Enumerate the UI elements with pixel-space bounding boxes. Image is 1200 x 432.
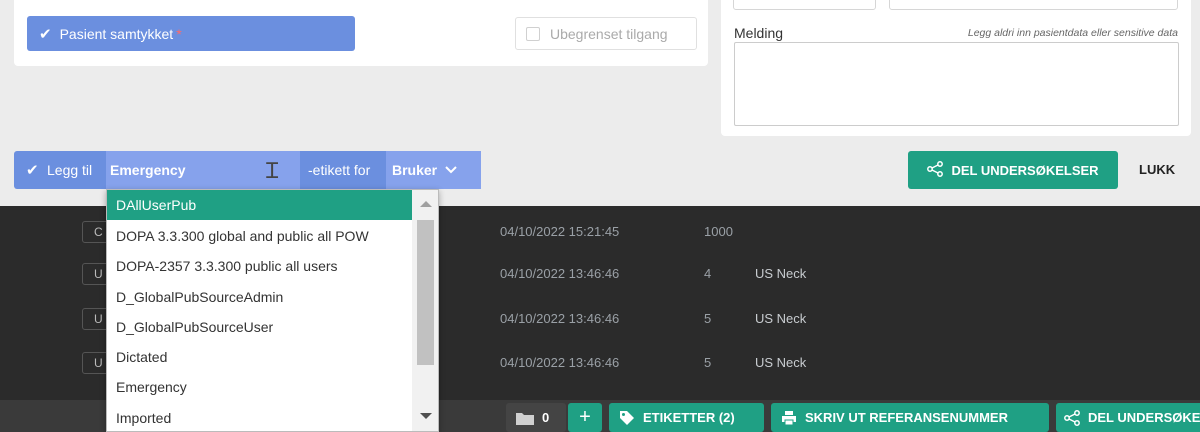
dropdown-option[interactable]: Dictated bbox=[107, 342, 412, 372]
share-label: DEL UNDERSØKELSER bbox=[951, 162, 1099, 178]
row-count: 1000 bbox=[704, 224, 733, 239]
tag-dropdown: DAllUserPub DOPA 3.3.300 global and publ… bbox=[106, 189, 439, 432]
scroll-up-icon[interactable] bbox=[420, 201, 432, 207]
dropdown-option[interactable]: DOPA 3.3.300 global and public all POW bbox=[107, 221, 412, 251]
share-exams-bottom-button[interactable]: DEL UNDERSØKELSER bbox=[1056, 403, 1200, 432]
share-bottom-label: DEL UNDERSØKELSER bbox=[1088, 410, 1200, 425]
checkmark-icon: ✔ bbox=[39, 25, 52, 43]
unlimited-access-toggle[interactable]: Ubegrenset tilgang bbox=[515, 17, 697, 50]
patient-consent-toggle[interactable]: ✔ Pasient samtykket * bbox=[27, 16, 355, 51]
dropdown-option[interactable]: D_GlobalPubSourceAdmin bbox=[107, 282, 412, 312]
required-marker: * bbox=[176, 25, 182, 42]
row-name: US Neck bbox=[755, 311, 807, 326]
consent-label: Pasient samtykket bbox=[59, 25, 174, 42]
dropdown-option[interactable]: Emergency bbox=[107, 372, 412, 402]
scrollbar-thumb[interactable] bbox=[417, 220, 434, 365]
share-exams-button[interactable]: DEL UNDERSØKELSER bbox=[908, 151, 1118, 189]
tag-icon bbox=[619, 410, 635, 426]
checkmark-icon[interactable]: ✔ bbox=[26, 161, 39, 179]
row-count: 5 bbox=[704, 355, 712, 370]
tag-scope-value: Bruker bbox=[392, 162, 438, 178]
row-count: 5 bbox=[704, 311, 712, 326]
row-date: 04/10/2022 13:46:46 bbox=[500, 266, 620, 281]
add-button[interactable]: + bbox=[568, 403, 602, 432]
chevron-down-icon bbox=[445, 163, 457, 177]
top-input-2[interactable] bbox=[889, 0, 1178, 10]
dropdown-option[interactable]: D_GlobalPubSourceUser bbox=[107, 312, 412, 342]
message-label: Melding bbox=[734, 25, 784, 41]
tag-input-value: Emergency bbox=[110, 162, 186, 178]
row-date: 04/10/2022 13:46:46 bbox=[500, 355, 620, 370]
folder-count-value: 0 bbox=[542, 410, 550, 425]
dropdown-scrollbar[interactable] bbox=[412, 190, 438, 431]
folder-count[interactable]: 0 bbox=[506, 403, 566, 432]
unlimited-access-label: Ubegrenset tilgang bbox=[550, 25, 668, 42]
tag-scope-select[interactable]: Bruker bbox=[386, 151, 481, 189]
row-count: 4 bbox=[704, 266, 712, 281]
tags-button[interactable]: ETIKETTER (2) bbox=[609, 403, 764, 432]
print-reference-button[interactable]: SKRIV UT REFERANSENUMMER bbox=[771, 403, 1049, 432]
row-date: 04/10/2022 15:21:45 bbox=[500, 224, 620, 239]
folder-icon bbox=[516, 411, 534, 425]
share-icon bbox=[1064, 409, 1080, 426]
dropdown-option[interactable]: DAllUserPub bbox=[107, 190, 412, 220]
dropdown-option[interactable]: DOPA-2357 3.3.300 public all users bbox=[107, 251, 412, 281]
top-input-1[interactable] bbox=[733, 0, 876, 10]
checkbox-icon bbox=[526, 26, 540, 41]
scroll-down-icon[interactable] bbox=[420, 413, 432, 419]
dropdown-option[interactable]: Imported bbox=[107, 403, 412, 431]
text-cursor-icon: Ɪ bbox=[266, 159, 279, 184]
row-name: US Neck bbox=[755, 355, 807, 370]
row-name: US Neck bbox=[755, 266, 807, 281]
print-label: SKRIV UT REFERANSENUMMER bbox=[805, 410, 1008, 425]
printer-icon bbox=[781, 410, 797, 426]
row-date: 04/10/2022 13:46:46 bbox=[500, 311, 620, 326]
message-textarea[interactable] bbox=[734, 42, 1179, 126]
add-tag-label: Legg til bbox=[47, 162, 93, 178]
tag-for-label: -etikett for bbox=[308, 162, 371, 178]
tags-label: ETIKETTER (2) bbox=[643, 410, 735, 425]
share-icon bbox=[927, 160, 951, 180]
close-button[interactable]: LUKK bbox=[1139, 162, 1175, 177]
message-hint: Legg aldri inn pasientdata eller sensiti… bbox=[967, 27, 1178, 39]
